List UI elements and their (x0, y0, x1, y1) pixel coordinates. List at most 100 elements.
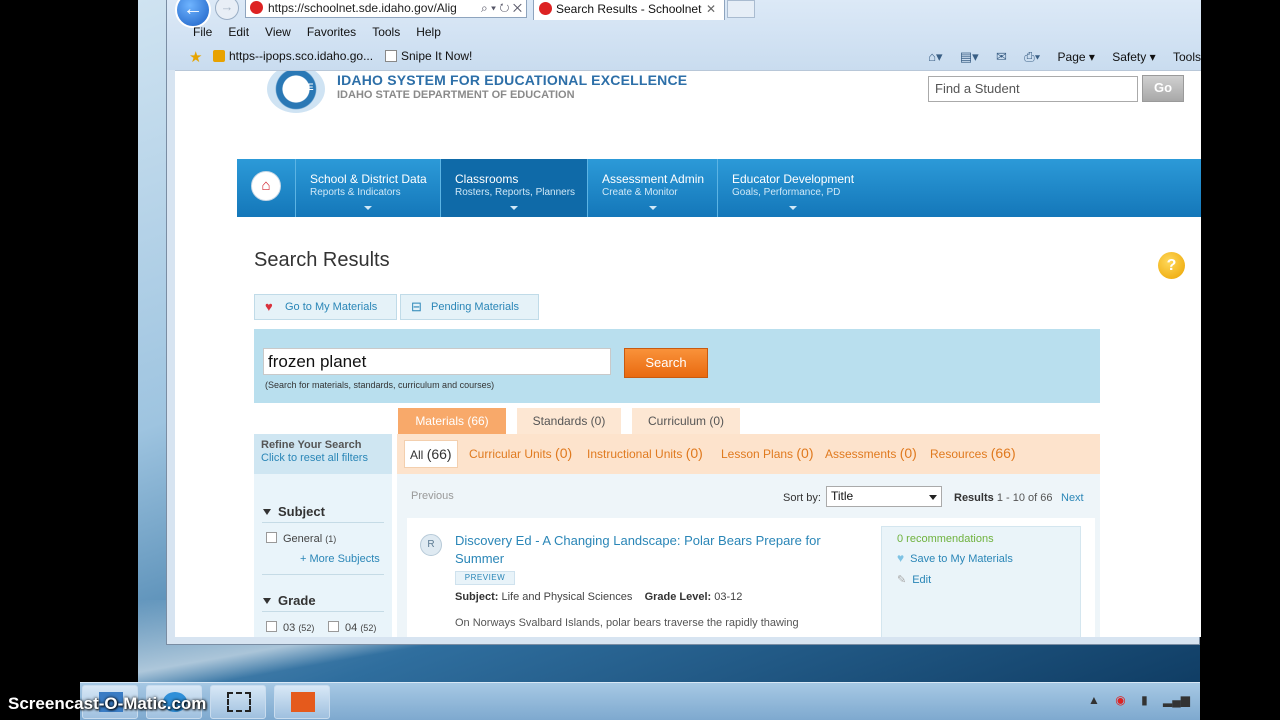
taskbar-screencast[interactable] (274, 685, 330, 719)
page-menu[interactable]: Page ▾ (1058, 50, 1095, 64)
sort-value: Title (831, 489, 854, 503)
favorites-star-icon[interactable]: ★ (189, 48, 202, 66)
subtab-count: (0) (685, 445, 703, 461)
facet-grade[interactable]: Grade (263, 593, 316, 608)
grade-option-04[interactable]: 04 (52) (328, 621, 376, 634)
address-bar[interactable]: https://schoolnet.sde.idaho.gov/Alig ⌕ ▾… (245, 0, 527, 18)
nav-school-district-data[interactable]: School & District Data Reports & Indicat… (295, 159, 440, 217)
mail-icon[interactable]: ✉ (996, 49, 1007, 64)
checkbox[interactable] (328, 621, 339, 632)
option-count: (1) (325, 534, 337, 544)
subtab-all[interactable]: All (66) (404, 440, 458, 468)
subject-option-general[interactable]: General (1) (266, 532, 336, 545)
nav-subtitle: Goals, Performance, PD (732, 187, 841, 198)
print-icon[interactable]: ⎙▾ (1024, 49, 1040, 64)
previous-link[interactable]: Previous (411, 490, 454, 502)
pencil-icon: ✎ (897, 574, 907, 586)
checkbox[interactable] (266, 532, 277, 543)
tab-curriculum[interactable]: Curriculum (0) (632, 408, 740, 434)
favorite-ipops[interactable]: https--ipops.sco.idaho.go... (213, 49, 373, 63)
reset-filters-link[interactable]: Click to reset all filters (261, 452, 385, 464)
subtab-count: (0) (899, 445, 917, 461)
facet-subject[interactable]: Subject (263, 504, 325, 519)
results-list: Previous Sort by: Title Results 1 - 10 o… (397, 474, 1100, 637)
nav-subtitle: Rosters, Reports, Planners (455, 187, 576, 198)
heart-icon: ♥ (265, 299, 273, 314)
result-description: On Norways Svalbard Islands, polar bears… (455, 617, 799, 629)
tab-materials[interactable]: Materials (66) (398, 408, 506, 434)
nav-educator-development[interactable]: Educator Development Goals, Performance,… (717, 159, 867, 217)
filter-sidebar: Subject General (1) + More Subjects Grad… (254, 474, 392, 637)
battery-icon[interactable]: ▮ (1141, 693, 1148, 707)
checkbox[interactable] (266, 621, 277, 632)
menu-favorites[interactable]: Favorites (307, 22, 356, 42)
menu-help[interactable]: Help (416, 22, 441, 42)
nav-subtitle: Create & Monitor (602, 187, 678, 198)
go-button[interactable]: Go (1142, 75, 1184, 102)
feeds-icon[interactable]: ▤▾ (960, 49, 979, 64)
signal-icon[interactable]: ▂▄▆ (1163, 693, 1190, 707)
preview-button[interactable]: PREVIEW (455, 571, 515, 585)
subtab-label: Lesson Plans (721, 447, 794, 461)
favorite-snipe[interactable]: Snipe It Now! (385, 49, 472, 63)
nav-assessment-admin[interactable]: Assessment Admin Create & Monitor (587, 159, 717, 217)
address-controls[interactable]: ⌕ ▾ ↻ ✕ (476, 0, 522, 17)
grade-option-03[interactable]: 03 (52) (266, 621, 314, 634)
edit-link[interactable]: ✎ Edit (897, 573, 931, 586)
subtab-lesson-plans[interactable]: Lesson Plans (0) (721, 445, 814, 461)
inbox-icon: ⊟ (411, 299, 422, 314)
taskbar: ▲ ◉ ▮ ▂▄▆ (80, 682, 1200, 720)
result-title-link[interactable]: Discovery Ed - A Changing Landscape: Pol… (455, 532, 867, 568)
safety-menu[interactable]: Safety ▾ (1112, 50, 1155, 64)
triangle-down-icon (263, 598, 271, 604)
tab-close-icon[interactable]: ✕ (706, 0, 716, 19)
isee-logo[interactable]: ISEE (267, 71, 325, 113)
new-tab-button[interactable] (727, 0, 755, 18)
menu-tools[interactable]: Tools (372, 22, 400, 42)
find-student-input[interactable]: Find a Student (928, 76, 1138, 102)
search-button[interactable]: Search (624, 348, 708, 378)
home-page-icon[interactable]: ⌂▾ (928, 49, 942, 64)
taskbar-snipping[interactable] (210, 685, 266, 719)
antivirus-icon[interactable]: ◉ (1115, 693, 1125, 707)
tray-arrow-icon[interactable]: ▲ (1088, 693, 1100, 707)
chevron-down-icon (364, 206, 372, 210)
go-to-my-materials-button[interactable]: ♥ Go to My Materials (254, 294, 397, 320)
browser-window: ← → https://schoolnet.sde.idaho.gov/Alig… (166, 0, 1201, 645)
search-input[interactable]: frozen planet (263, 348, 611, 375)
screencast-icon (291, 692, 315, 712)
browser-tab[interactable]: Search Results - Schoolnet ✕ (533, 0, 725, 20)
chevron-down-icon (929, 495, 937, 500)
forward-icon[interactable]: → (215, 0, 239, 20)
sort-select[interactable]: Title (826, 486, 942, 507)
tab-standards[interactable]: Standards (0) (517, 408, 621, 434)
nav-classrooms[interactable]: Classrooms Rosters, Reports, Planners (440, 159, 587, 217)
result-card: R Discovery Ed - A Changing Landscape: P… (407, 518, 1095, 637)
save-to-materials-link[interactable]: ♥ Save to My Materials (897, 551, 1013, 565)
subtab-resources[interactable]: Resources (66) (930, 445, 1016, 461)
subtab-label: Instructional Units (587, 447, 683, 461)
command-bar: ⌂▾ ▤▾ ✉ ⎙▾ Page ▾ Safety ▾ Tools (914, 49, 1201, 65)
subtab-assessments[interactable]: Assessments (0) (825, 445, 917, 461)
subtab-curricular-units[interactable]: Curricular Units (0) (469, 445, 572, 461)
chevron-down-icon (788, 206, 797, 210)
divider (262, 611, 384, 612)
recommendations-count[interactable]: 0 recommendations (897, 533, 994, 545)
help-icon[interactable]: ? (1158, 252, 1185, 279)
next-link[interactable]: Next (1061, 492, 1084, 504)
option-count: (52) (298, 623, 315, 633)
page-title: Search Results (254, 249, 390, 271)
menu-view[interactable]: View (265, 22, 291, 42)
menu-file[interactable]: File (193, 22, 212, 42)
subtab-instructional-units[interactable]: Instructional Units (0) (587, 445, 703, 461)
pending-materials-button[interactable]: ⊟ Pending Materials (400, 294, 539, 320)
option-label: General (283, 533, 323, 545)
subtab-label: Curricular Units (469, 447, 552, 461)
nav-title: Classrooms (455, 172, 519, 186)
favorites-bar: ★ https--ipops.sco.idaho.go... Snipe It … (167, 45, 1201, 69)
menu-edit[interactable]: Edit (228, 22, 249, 42)
subtab-count: (0) (796, 445, 814, 461)
more-subjects-link[interactable]: + More Subjects (300, 553, 380, 565)
home-icon[interactable]: ⌂ (251, 171, 281, 201)
tools-menu[interactable]: Tools (1173, 50, 1201, 64)
